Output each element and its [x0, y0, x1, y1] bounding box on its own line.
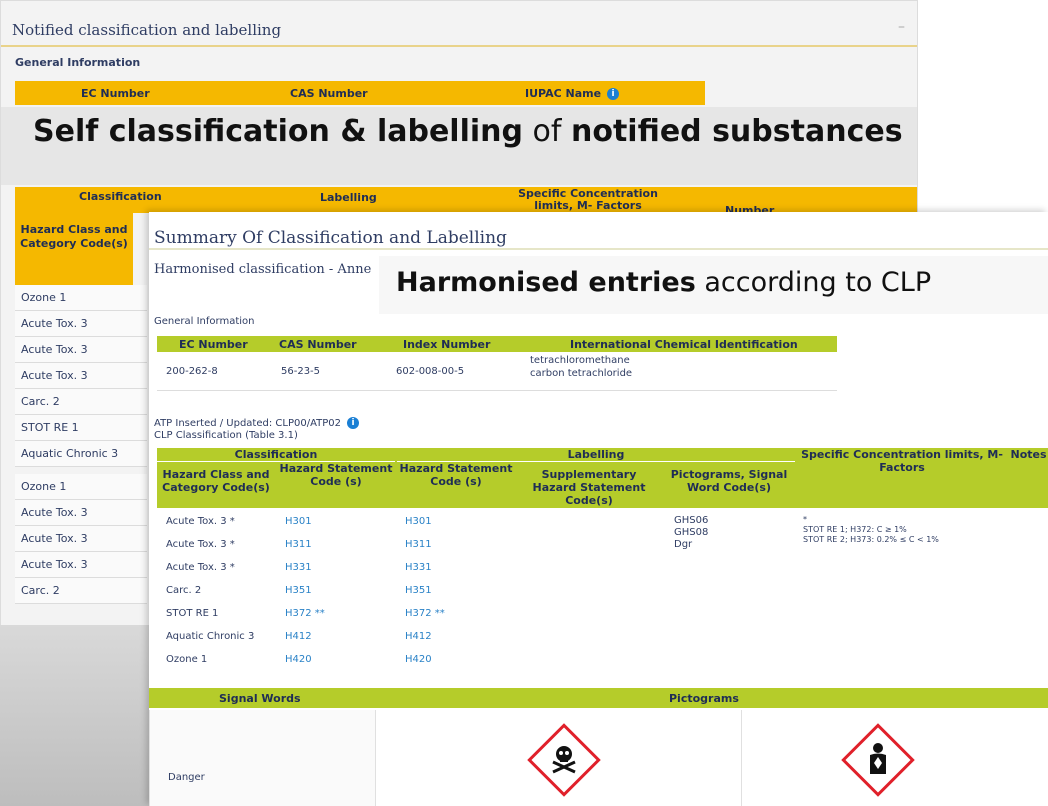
- hazard-class-cell: Acute Tox. 3 *: [166, 539, 235, 550]
- table-row: Acute Tox. 3 * H301 H301: [157, 510, 657, 533]
- general-information-heading: General Information: [15, 56, 141, 69]
- hazard-statement-link-labelling[interactable]: H420: [405, 648, 432, 671]
- atp-label: ATP Inserted / Updated: CLP00/ATP02 i: [154, 417, 360, 429]
- notified-banner: Self classification & labelling of notif…: [33, 114, 903, 149]
- pictograms-header: Pictograms: [669, 692, 739, 705]
- info-icon[interactable]: i: [347, 417, 360, 429]
- hazard-statement-link-labelling[interactable]: H311: [405, 533, 432, 556]
- table-row[interactable]: Carc. 2: [15, 578, 147, 604]
- table-row[interactable]: Acute Tox. 3: [15, 363, 147, 389]
- table-row: Ozone 1 H420 H420: [157, 648, 657, 671]
- ec-number-header: EC Number: [179, 338, 248, 351]
- id-table-header: EC Number CAS Number Index Number Intern…: [157, 336, 837, 352]
- table-row[interactable]: Carc. 2: [15, 389, 147, 415]
- harmonised-banner: Harmonised entries according to CLP: [379, 256, 1048, 314]
- table-row: Acute Tox. 3 * H311 H311: [157, 533, 657, 556]
- hazard-class-cell: Acute Tox. 3 *: [166, 562, 235, 573]
- table-row[interactable]: Acute Tox. 3: [15, 311, 147, 337]
- summary-cl-panel: Summary Of Classification and Labelling …: [149, 212, 1048, 806]
- hazard-statement-link[interactable]: H372 **: [285, 602, 325, 625]
- index-number-header: Index Number: [403, 338, 491, 351]
- table-row[interactable]: Acute Tox. 3: [15, 337, 147, 363]
- signal-words-table-header: Signal Words Pictograms: [149, 688, 1048, 708]
- pictograms-header: Pictograms, Signal Word Code(s): [663, 468, 795, 494]
- pictogram-codes: GHS06 GHS08 Dgr: [674, 515, 709, 550]
- hazard-statement-link-labelling[interactable]: H372 **: [405, 602, 445, 625]
- hazard-class-cell: Acute Tox. 3 *: [166, 516, 235, 527]
- health-hazard-icon: [841, 723, 915, 797]
- hazard-class-cell: Ozone 1: [166, 654, 208, 665]
- table-row[interactable]: Acute Tox. 3: [15, 500, 147, 526]
- scl-header: Specific Concentration limits, M-Factors: [797, 448, 1007, 476]
- signal-words-header: Signal Words: [219, 692, 301, 705]
- notified-id-table-header: EC Number CAS Number IUPAC Name i: [15, 81, 705, 105]
- table-row[interactable]: Acute Tox. 3: [15, 526, 147, 552]
- cas-number-header: CAS Number: [279, 338, 357, 351]
- ec-number-header: EC Number: [81, 87, 150, 100]
- notes-header: Notes: [1009, 448, 1048, 461]
- collapse-icon[interactable]: –: [898, 19, 905, 35]
- title-divider: [149, 248, 1048, 250]
- labelling-header: Labelling: [397, 448, 795, 462]
- table-row: Acute Tox. 3 * H331 H331: [157, 556, 657, 579]
- notified-rows: Ozone 1 Acute Tox. 3 Acute Tox. 3 Acute …: [15, 285, 147, 604]
- hazard-statement-link[interactable]: H331: [285, 556, 312, 579]
- id-table-row: 200-262-8 56-23-5 602-008-00-5 tetrachlo…: [157, 352, 837, 391]
- scl-header: Specific Concentration limits, M- Factor…: [518, 188, 658, 212]
- hazard-class-cell: STOT RE 1: [166, 608, 219, 619]
- hazard-class-header: Hazard Class and Category Code(s): [157, 468, 275, 494]
- cas-number-value: 56-23-5: [281, 366, 321, 377]
- ici-name-1: tetrachloromethane: [530, 355, 630, 366]
- hazard-statement-link[interactable]: H351: [285, 579, 312, 602]
- notified-page-title: Notified classification and labelling: [12, 21, 282, 39]
- clp-rows: Acute Tox. 3 * H301 H301 Acute Tox. 3 * H311…: [157, 510, 657, 671]
- labelling-header: Labelling: [320, 191, 377, 204]
- summary-page-title: Summary Of Classification and Labelling: [154, 228, 507, 248]
- signal-word-value: Danger: [168, 772, 205, 783]
- table-row[interactable]: Aquatic Chronic 3: [15, 441, 147, 467]
- cas-number-header: CAS Number: [290, 87, 368, 100]
- signal-words-row: Danger: [149, 710, 1048, 806]
- ec-number-value: 200-262-8: [166, 366, 218, 377]
- table-row[interactable]: Ozone 1: [15, 285, 147, 311]
- table-row[interactable]: Ozone 1: [15, 474, 147, 500]
- classification-header: Classification: [157, 448, 395, 462]
- ici-header: International Chemical Identification: [570, 338, 798, 351]
- harmonised-subtitle: Harmonised classification - Anne: [154, 262, 372, 277]
- hazard-statement-link[interactable]: H311: [285, 533, 312, 556]
- hazard-class-cell: Carc. 2: [166, 585, 202, 596]
- skull-and-crossbones-icon: [527, 723, 601, 797]
- notified-classification-header: Classification Labelling Specific Concen…: [15, 187, 917, 217]
- index-number-value: 602-008-00-5: [396, 366, 465, 377]
- hazard-class-cell: Aquatic Chronic 3: [166, 631, 255, 642]
- hazard-statement-link[interactable]: H412: [285, 625, 312, 648]
- clp-classification-label: CLP Classification (Table 3.1): [154, 430, 298, 441]
- ici-name-2: carbon tetrachloride: [530, 368, 633, 379]
- title-divider: [1, 45, 917, 47]
- scl-values: * STOT RE 1; H372: C ≥ 1% STOT RE 2; H37…: [803, 515, 939, 544]
- table-row[interactable]: Acute Tox. 3: [15, 552, 147, 578]
- general-information-heading: General Information: [154, 316, 255, 327]
- table-row: Aquatic Chronic 3 H412 H412: [157, 625, 657, 648]
- table-row: Carc. 2 H351 H351: [157, 579, 657, 602]
- hazard-statement-header: Hazard Statement Code (s): [277, 462, 395, 488]
- clp-table-header: Classification Labelling Specific Concen…: [157, 448, 1048, 508]
- background-shadow: [0, 625, 160, 806]
- hazard-statement-link-labelling[interactable]: H301: [405, 510, 432, 533]
- hazard-statement-header-labelling: Hazard Statement Code (s): [397, 462, 515, 488]
- table-row: STOT RE 1 H372 ** H372 **: [157, 602, 657, 625]
- hazard-statement-link[interactable]: H301: [285, 510, 312, 533]
- hazard-statement-link-labelling[interactable]: H331: [405, 556, 432, 579]
- iupac-name-header: IUPAC Name i: [525, 87, 620, 100]
- hazard-statement-link[interactable]: H420: [285, 648, 312, 671]
- hazard-statement-link-labelling[interactable]: H412: [405, 625, 432, 648]
- info-icon[interactable]: i: [607, 88, 620, 100]
- supplementary-header: Supplementary Hazard Statement Code(s): [519, 468, 659, 507]
- table-row[interactable]: STOT RE 1: [15, 415, 147, 441]
- hazard-statement-link-labelling[interactable]: H351: [405, 579, 432, 602]
- hazard-class-header: Hazard Class and Category Code(s): [15, 213, 133, 285]
- classification-header: Classification: [79, 190, 162, 203]
